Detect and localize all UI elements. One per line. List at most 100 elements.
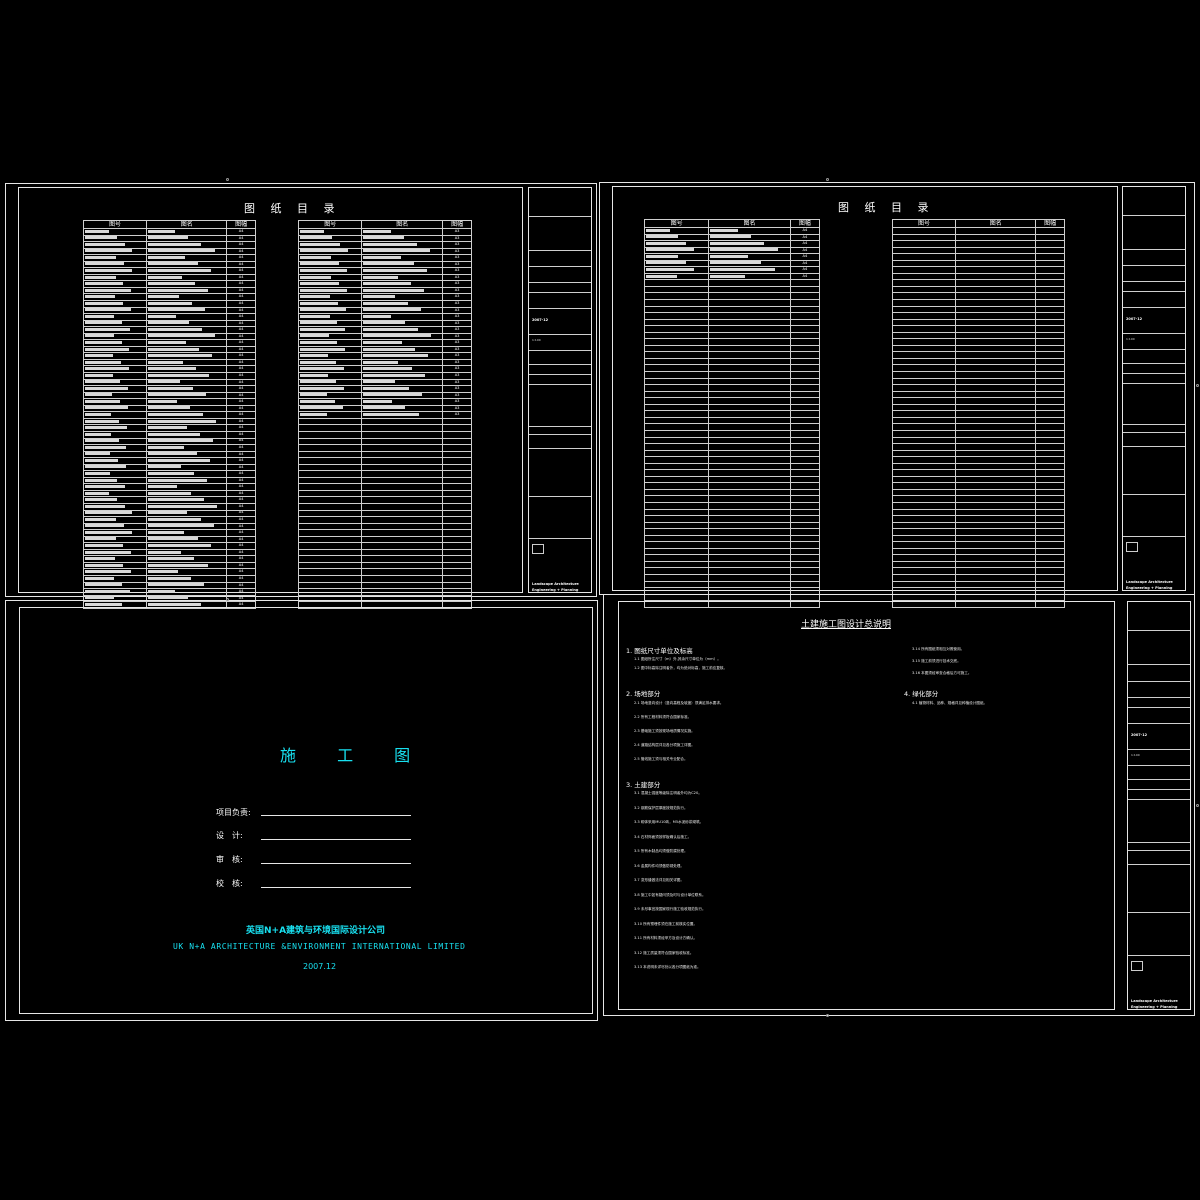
scribble-text bbox=[300, 236, 333, 240]
title-block-divider bbox=[1128, 849, 1190, 851]
sheet-drawing-index-1[interactable]: 图 纸 目 录 图号 图名 图幅 A4 A4 A4 A4 A4 A4 A4 A4 A4 A4 A4 A4 A4… bbox=[5, 183, 597, 609]
note-line: 3.4 石材饰面须按样板确认后施工。 bbox=[634, 834, 692, 839]
table-header-cell: 图名 bbox=[955, 219, 1037, 228]
cover-date: 2007.12 bbox=[303, 962, 337, 971]
scribble-text bbox=[85, 589, 131, 593]
scribble-text bbox=[300, 360, 337, 364]
table-header-cell: 图幅 bbox=[789, 219, 821, 228]
scribble-text bbox=[85, 360, 122, 364]
title-block-divider bbox=[529, 364, 591, 365]
scribble-text bbox=[148, 236, 189, 240]
table-header-cell: 图号 bbox=[643, 219, 710, 228]
scale-value: 1:100 bbox=[532, 338, 541, 342]
table-header-cell: 图幅 bbox=[1035, 219, 1065, 228]
scribble-text bbox=[363, 360, 399, 364]
scribble-text bbox=[363, 386, 409, 390]
note-line: 4.1 植物材料、品种、规格详见种植设计图纸。 bbox=[912, 701, 988, 705]
scribble-text bbox=[300, 269, 348, 272]
title-block-divider bbox=[1123, 264, 1185, 266]
scribble-text bbox=[85, 386, 129, 390]
title-block-divider bbox=[1128, 954, 1190, 956]
scribble-text bbox=[148, 262, 199, 266]
registration-mark bbox=[226, 178, 229, 181]
title-block-divider bbox=[1123, 432, 1185, 434]
drawing-number: 2007-12 bbox=[532, 318, 549, 322]
note-line: 3.1 混凝土强度等级除注明者外均为C20。 bbox=[634, 791, 702, 795]
scribble-text bbox=[646, 254, 678, 258]
scribble-text bbox=[148, 504, 217, 508]
scribble-text bbox=[300, 327, 346, 331]
scribble-text bbox=[363, 262, 414, 266]
note-line: 1.1 图纸所注尺寸（m）外,其余尺寸单位为（mm）。 bbox=[634, 657, 721, 661]
scribble-text bbox=[85, 314, 115, 318]
scribble-text bbox=[148, 576, 192, 580]
scribble-text bbox=[85, 511, 133, 515]
scribble-text bbox=[363, 406, 406, 410]
title-block-divider bbox=[1123, 306, 1185, 308]
scribble-text bbox=[85, 354, 114, 358]
scribble-text bbox=[363, 275, 398, 279]
scribble-text bbox=[148, 393, 207, 397]
scribble-text bbox=[300, 321, 338, 325]
scribble-text bbox=[646, 228, 671, 232]
scribble-text bbox=[363, 321, 405, 325]
scribble-text bbox=[363, 288, 425, 292]
table-header-row: 图号 图名 图幅 bbox=[297, 220, 472, 229]
title-block-divider bbox=[1123, 290, 1185, 292]
note-line: 3.12 施工质量须符合国家验收标准。 bbox=[634, 950, 694, 955]
scribble-text bbox=[300, 413, 327, 417]
title-block-divider bbox=[1128, 789, 1190, 791]
cover-title: 施 工 图 bbox=[280, 746, 429, 765]
scribble-text bbox=[300, 282, 339, 286]
scribble-text bbox=[148, 341, 186, 345]
scribble-text bbox=[148, 360, 183, 364]
title-block-divider bbox=[1123, 332, 1185, 334]
scribble-text bbox=[148, 550, 182, 554]
scribble-text bbox=[85, 517, 117, 521]
scribble-text bbox=[85, 419, 120, 423]
firm-name-en-1: Landscape Architecture bbox=[1131, 998, 1178, 1003]
scribble-text bbox=[85, 255, 117, 259]
scribble-text bbox=[148, 589, 176, 593]
scribble-text bbox=[710, 248, 778, 252]
title-block-divider bbox=[1128, 664, 1190, 666]
scribble-text bbox=[363, 327, 418, 331]
scribble-text bbox=[148, 314, 176, 318]
title-block-divider bbox=[529, 434, 591, 435]
scribble-text bbox=[363, 334, 432, 338]
scribble-text bbox=[85, 439, 119, 443]
scribble-text bbox=[300, 386, 344, 390]
title-block-divider bbox=[529, 496, 591, 497]
scribble-text bbox=[85, 367, 129, 371]
sheet-design-notes[interactable]: 土建施工图设计总说明 1. 图纸尺寸单位及标高 1.1 图纸所注尺寸（m）外,其… bbox=[603, 594, 1195, 1016]
scribble-text bbox=[710, 268, 775, 271]
scribble-text bbox=[85, 301, 123, 305]
scribble-text bbox=[363, 373, 425, 377]
scribble-text bbox=[363, 314, 392, 318]
scribble-text bbox=[148, 445, 184, 449]
scribble-text bbox=[148, 517, 201, 521]
section-heading: 1. 图纸尺寸单位及标高 bbox=[626, 647, 693, 655]
scribble-text bbox=[148, 354, 213, 358]
sheet-cover[interactable]: 施 工 图 项目负责: 设 计: 审 核: 校 核: 英国N+A建筑与环境国际设… bbox=[5, 600, 598, 1021]
signature-line bbox=[261, 815, 411, 816]
signature-line bbox=[261, 887, 411, 888]
scribble-text bbox=[300, 380, 336, 384]
scribble-text bbox=[363, 236, 404, 240]
note-line: 3.16 本图须经审查合格后方可施工。 bbox=[912, 671, 972, 675]
scribble-text bbox=[363, 255, 401, 259]
section-heading: 4. 绿化部分 bbox=[904, 690, 939, 698]
note-line: 3.14 所有图纸须相互对照使用。 bbox=[912, 647, 965, 651]
scale-value: 1:100 bbox=[1126, 336, 1135, 341]
scribble-text bbox=[363, 308, 421, 312]
table-header-cell: 图号 bbox=[82, 220, 148, 229]
scribble-text bbox=[148, 334, 216, 338]
scribble-text bbox=[300, 262, 340, 266]
scribble-text bbox=[148, 439, 213, 443]
firm-logo bbox=[1126, 542, 1138, 553]
scribble-text bbox=[85, 426, 128, 430]
scribble-text bbox=[85, 393, 113, 397]
sheet-drawing-index-2[interactable]: 图 纸 目 录 图号 图名 图幅 A4 A4 A4 A4 A4 A4 A4 A4 图号 图名 图幅 20… bbox=[599, 182, 1195, 608]
scribble-text bbox=[85, 399, 120, 403]
scribble-text bbox=[85, 327, 131, 331]
